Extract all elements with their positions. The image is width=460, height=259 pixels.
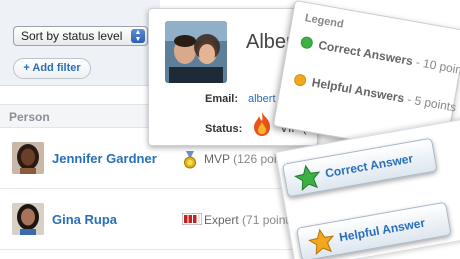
status-label: Status: [205, 123, 243, 135]
select-arrows-icon: ▲ ▼ [131, 29, 145, 43]
mvp-medal-icon [182, 151, 198, 174]
profile-photo-icon [165, 21, 227, 83]
legend-item-helpful: Helpful Answers - 5 points [293, 72, 457, 114]
add-filter-button[interactable]: + Add filter [13, 58, 91, 79]
correct-answer-label: Correct Answer [324, 151, 415, 181]
avatar[interactable] [12, 203, 44, 235]
rank-name: Expert [204, 213, 239, 227]
email-link[interactable]: albert [248, 93, 276, 105]
legend-item-label: Helpful Answers [310, 75, 406, 106]
flame-icon [250, 111, 274, 142]
profile-photo [165, 21, 227, 83]
legend-item-points: - 10 points [414, 55, 460, 79]
avatar-photo-icon [12, 142, 44, 174]
legend-item-correct: Correct Answers - 10 points [299, 35, 460, 79]
avatar[interactable] [12, 142, 44, 174]
table-row: Gina Rupa Expert (71 points) [0, 190, 300, 250]
legend-title: Legend [303, 12, 345, 31]
column-header-person: Person [9, 110, 50, 124]
correct-answer-icon [299, 35, 314, 50]
expert-bars-icon [181, 212, 203, 230]
avatar-photo-icon [12, 203, 44, 235]
helpful-answer-label: Helpful Answer [338, 215, 427, 245]
sort-dropdown-label: Sort by status level [21, 29, 123, 43]
legend-item-points: - 5 points [406, 92, 458, 115]
green-star-icon [294, 164, 321, 192]
filter-panel: Sort by status level ▲ ▼ + Add filter [0, 0, 160, 86]
orange-star-icon [308, 228, 335, 256]
person-name-link[interactable]: Gina Rupa [52, 212, 117, 227]
rank-status: Expert (71 points) [204, 213, 299, 227]
helpful-answer-icon [293, 73, 308, 88]
email-label: Email: [205, 93, 239, 105]
legend-item-label: Correct Answers [317, 37, 414, 69]
sort-dropdown[interactable]: Sort by status level ▲ ▼ [13, 26, 148, 46]
person-name-link[interactable]: Jennifer Gardner [52, 151, 157, 166]
rank-name: MVP [204, 152, 230, 166]
